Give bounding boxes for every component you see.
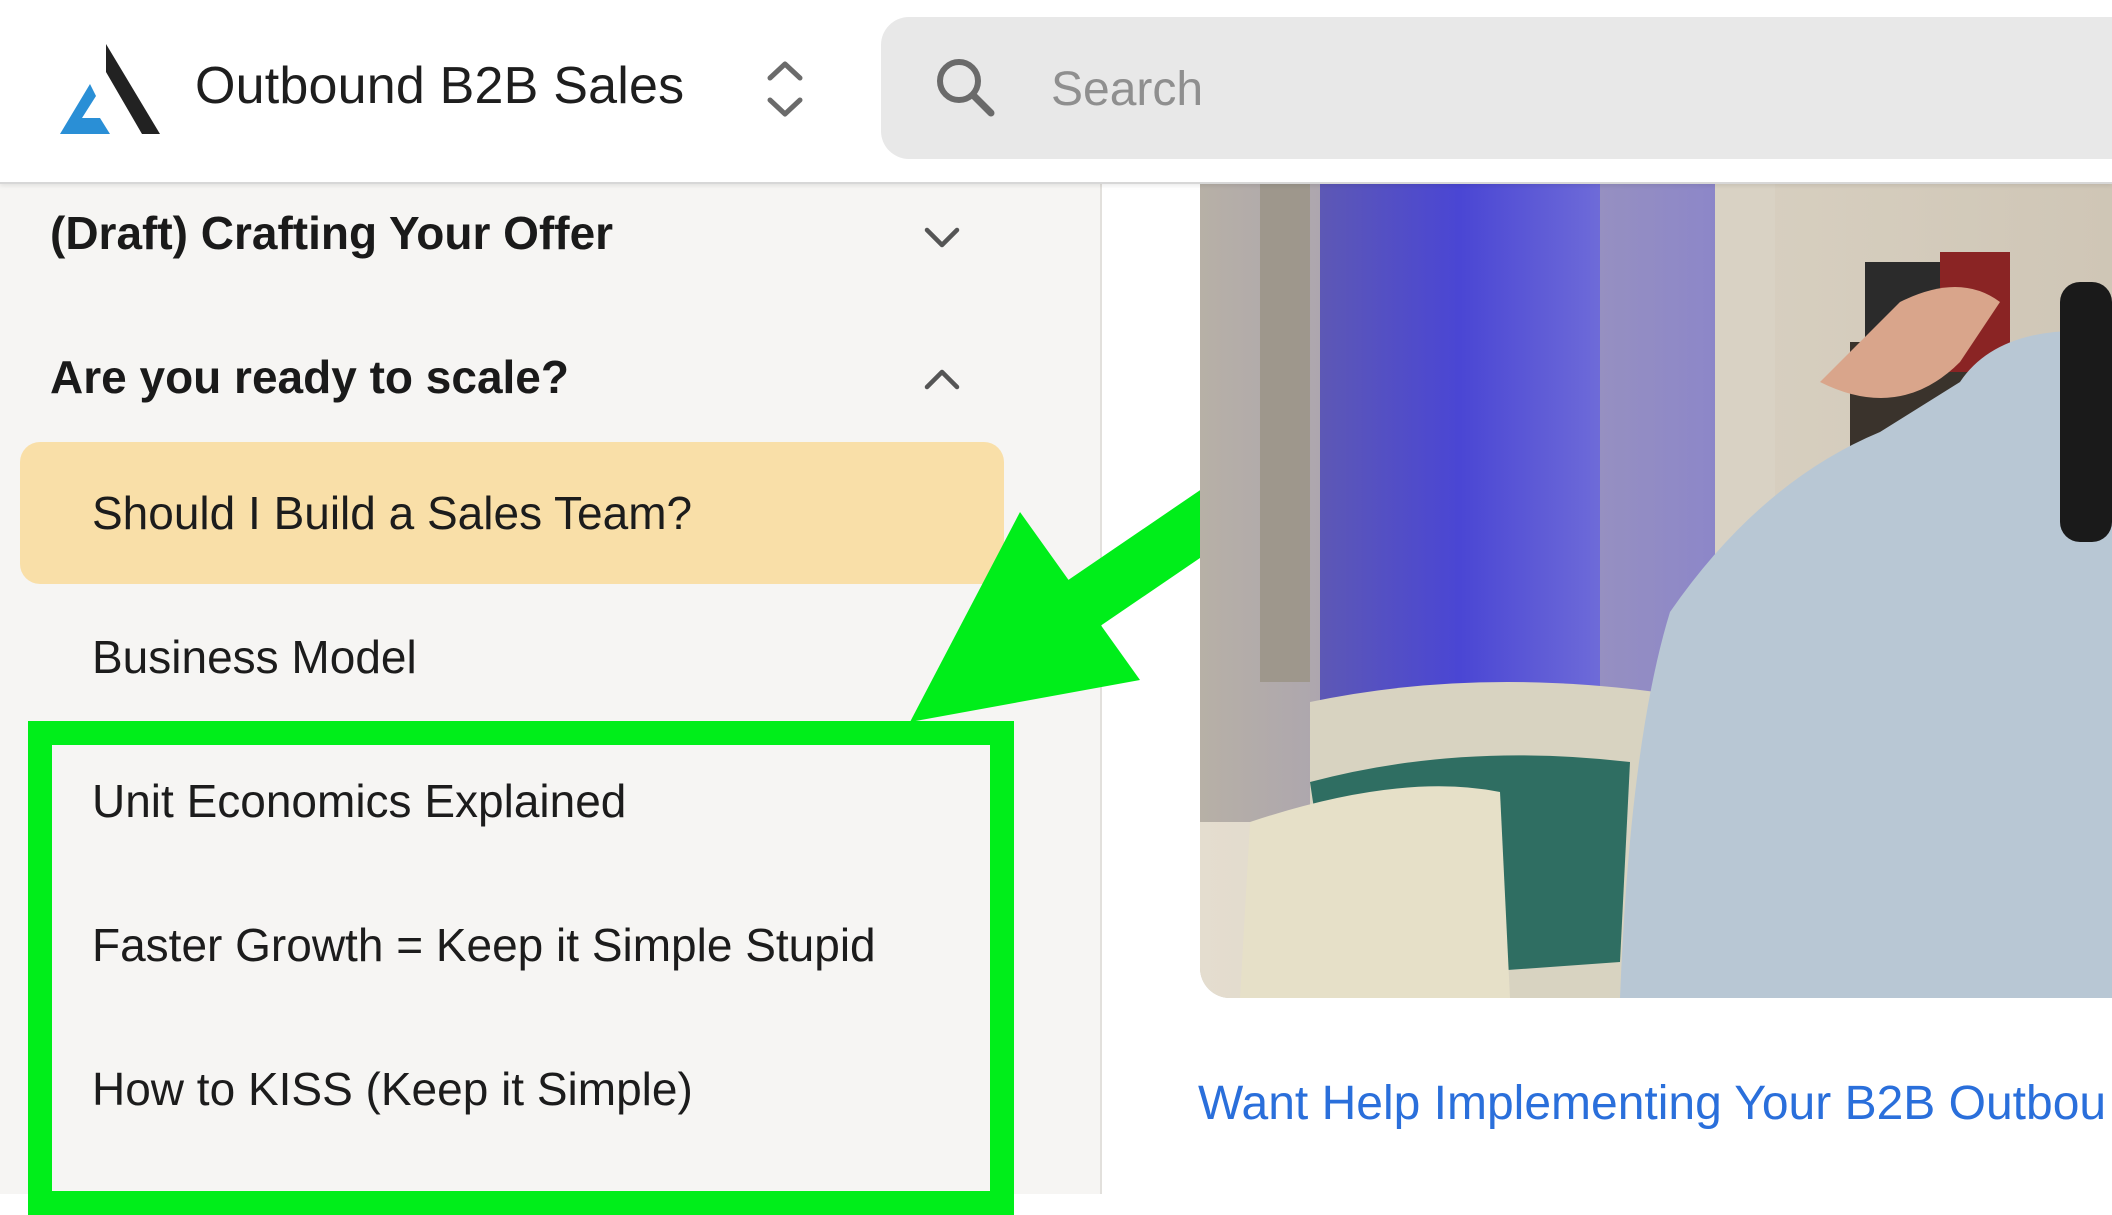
lesson-item[interactable]: Unit Economics Explained [20, 730, 1004, 872]
top-header: Outbound B2B Sales [0, 0, 2112, 184]
lesson-item-active[interactable]: Should I Build a Sales Team? [20, 442, 1004, 584]
lesson-item[interactable]: Business Model [20, 586, 1004, 728]
chevron-up-down-icon[interactable] [760, 56, 810, 122]
section-are-you-ready-to-scale[interactable]: Are you ready to scale? [0, 336, 1000, 446]
lesson-video-player[interactable] [1200, 182, 2112, 998]
chevron-up-icon [924, 369, 960, 390]
section-crafting-your-offer[interactable]: (Draft) Crafting Your Offer [0, 192, 1000, 302]
lesson-item[interactable]: How to KISS (Keep it Simple) [20, 1018, 1004, 1160]
search-bar[interactable] [881, 17, 2112, 159]
lesson-label: How to KISS (Keep it Simple) [92, 1063, 693, 1115]
search-input[interactable] [1049, 61, 1953, 117]
chevron-down-icon [924, 227, 960, 248]
lesson-label: Should I Build a Sales Team? [92, 487, 693, 539]
search-icon [937, 59, 995, 117]
section-title: (Draft) Crafting Your Offer [50, 207, 614, 259]
brand-logo[interactable] [60, 44, 160, 134]
course-sidebar: (Draft) Crafting Your Offer Are you read… [0, 184, 1102, 1194]
section-title: Are you ready to scale? [50, 351, 569, 403]
lesson-item[interactable]: Faster Growth = Keep it Simple Stupid [20, 874, 1004, 1016]
cta-link[interactable]: Want Help Implementing Your B2B Outbou [1198, 1076, 2106, 1131]
lesson-label: Business Model [92, 631, 417, 683]
lesson-label: Faster Growth = Keep it Simple Stupid [92, 919, 876, 971]
lesson-label: Unit Economics Explained [92, 775, 627, 827]
video-frame-image [1200, 182, 2112, 998]
app-title: Outbound B2B Sales [195, 57, 685, 115]
